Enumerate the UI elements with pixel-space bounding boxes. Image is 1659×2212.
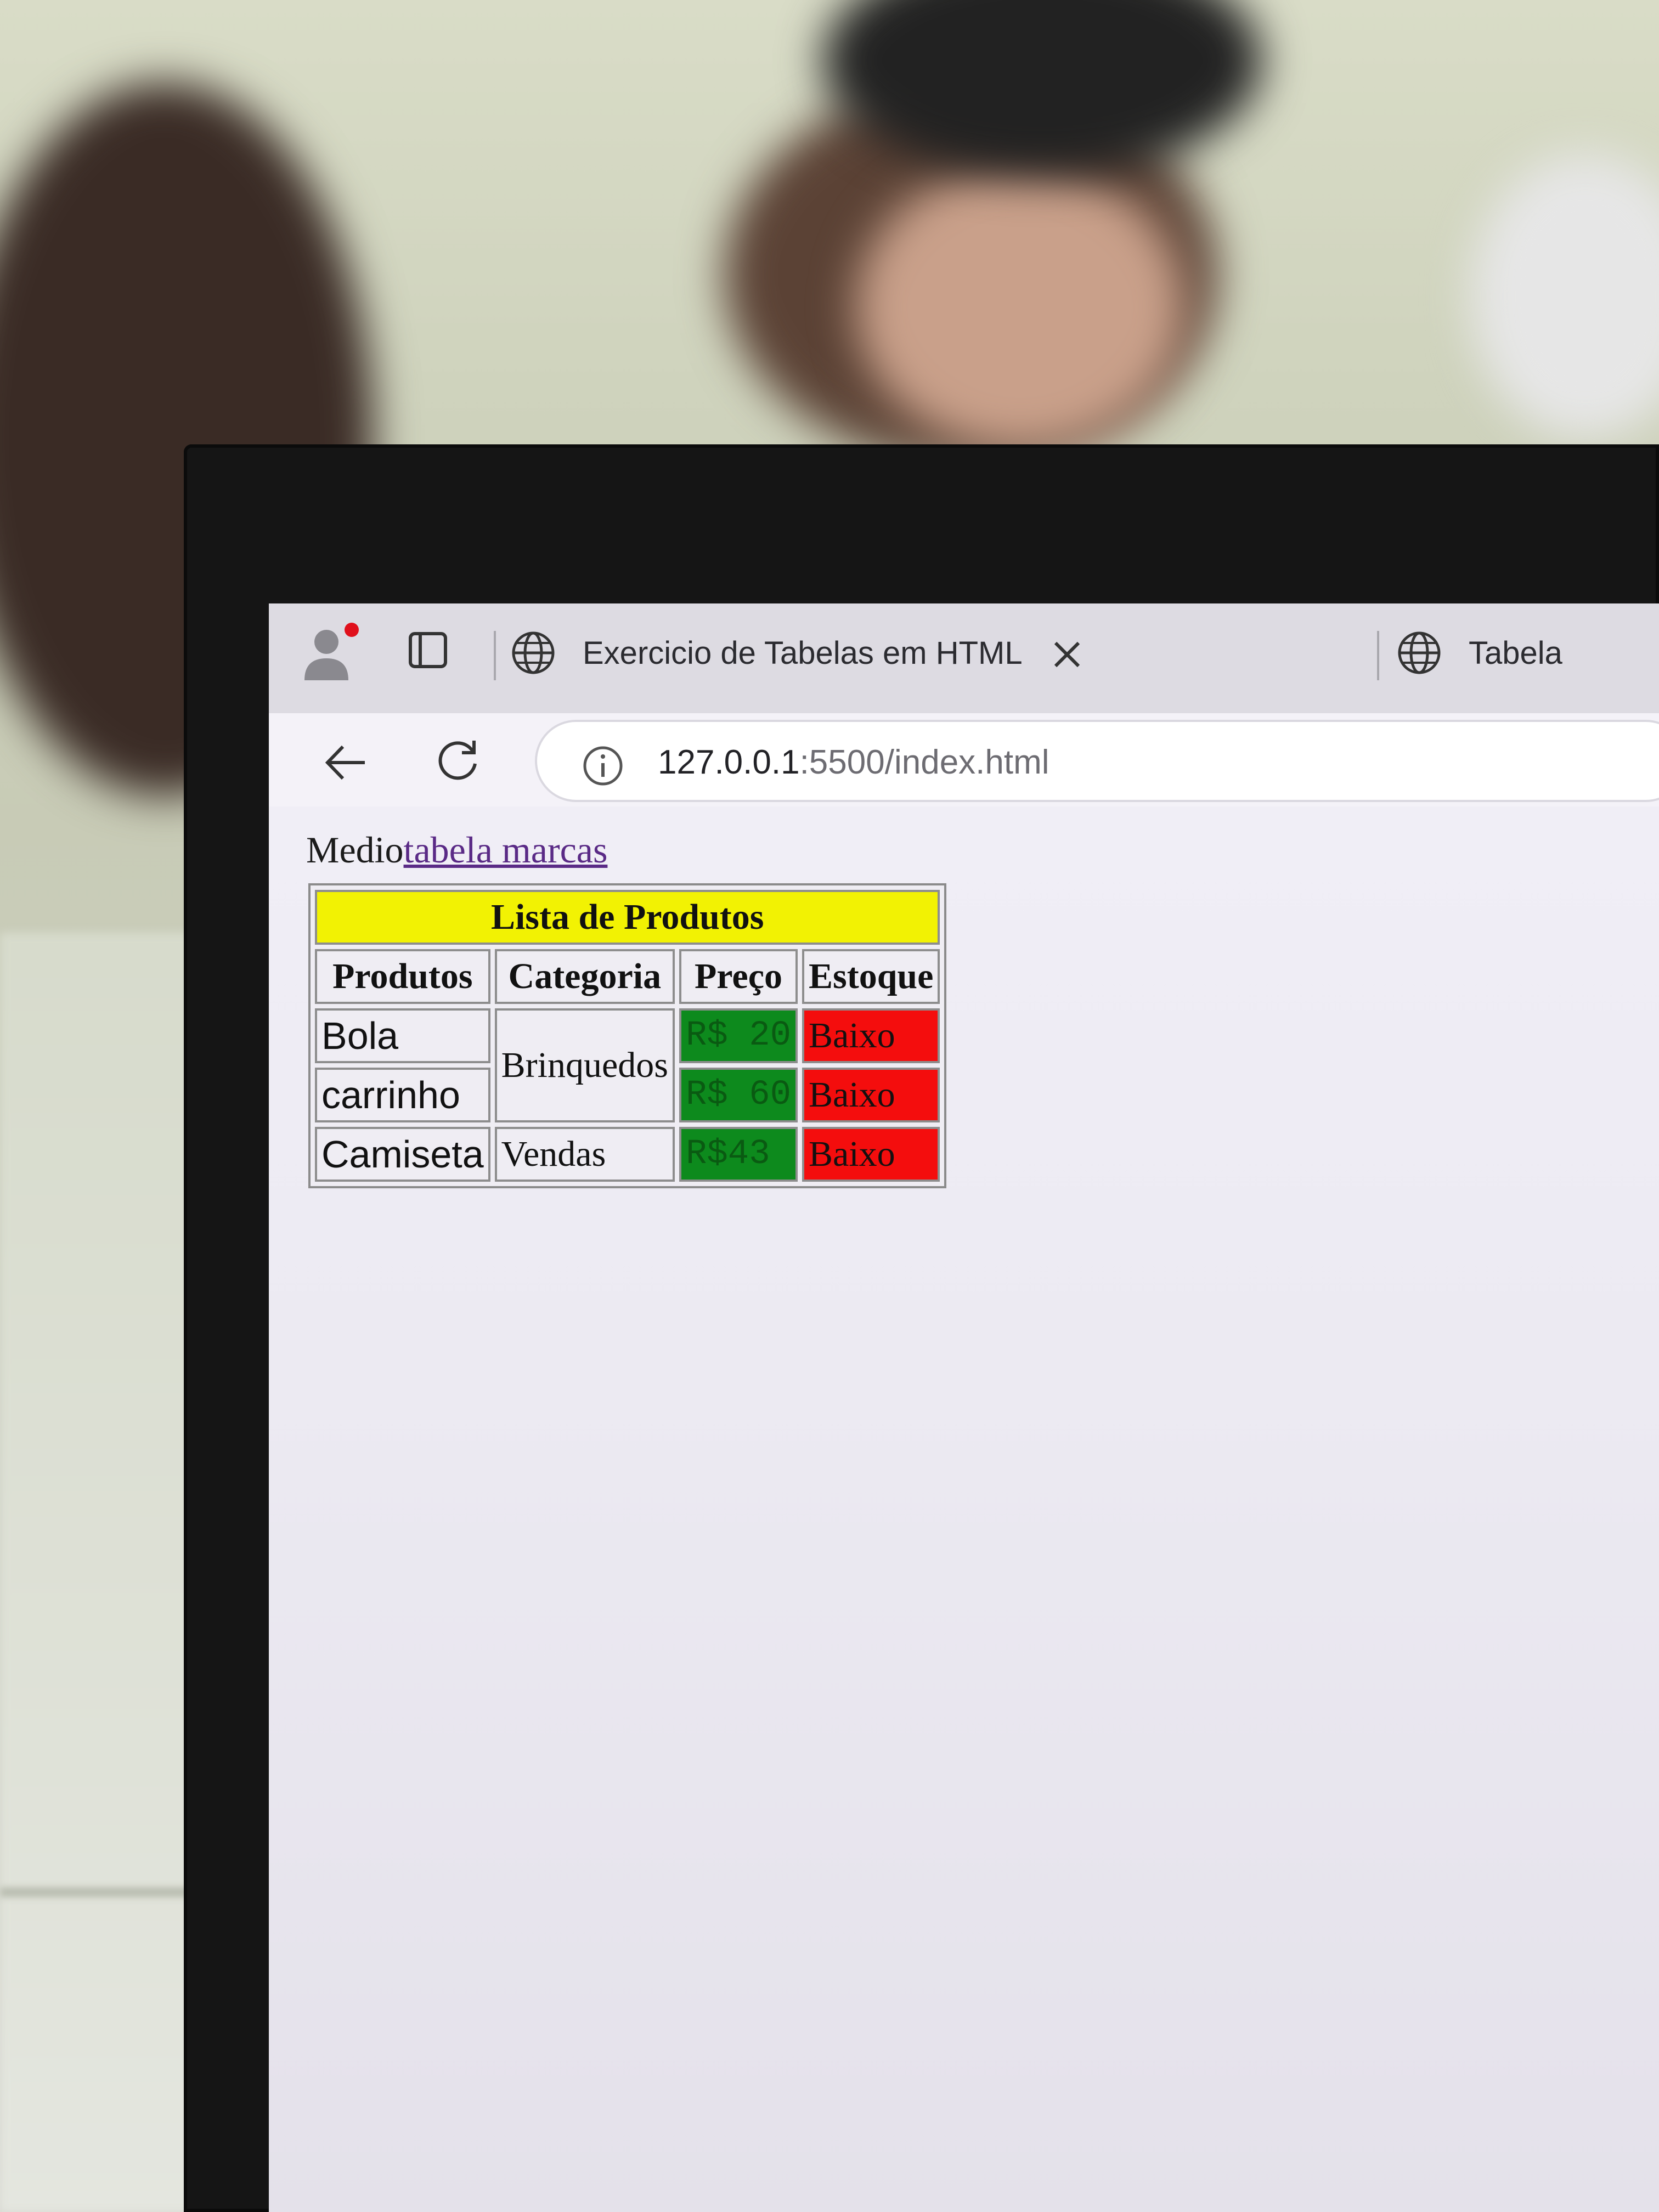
- cell-preco: R$43: [679, 1127, 798, 1182]
- table-caption: Lista de Produtos: [315, 890, 940, 945]
- close-icon[interactable]: [1048, 635, 1086, 674]
- address-bar[interactable]: 127.0.0.1:5500/index.html: [535, 720, 1659, 802]
- cell-categoria: Brinquedos: [494, 1008, 675, 1122]
- cell-estoque: Baixo: [802, 1008, 940, 1063]
- url-host: 127.0.0.1: [658, 743, 800, 781]
- globe-icon: [1396, 630, 1442, 676]
- cell-estoque: Baixo: [802, 1127, 940, 1182]
- cell-produto: Camiseta: [315, 1127, 490, 1182]
- reload-icon[interactable]: [433, 735, 483, 785]
- cell-preco: R$ 20: [679, 1008, 798, 1063]
- header-categoria: Categoria: [494, 949, 675, 1004]
- profile-icon[interactable]: [302, 623, 351, 683]
- browser-toolbar: 127.0.0.1:5500/index.html: [269, 713, 1659, 806]
- product-table: Lista de Produtos Produtos Categoria Pre…: [308, 883, 947, 1188]
- cell-preco: R$ 60: [679, 1068, 798, 1122]
- globe-icon: [510, 630, 556, 676]
- url-text[interactable]: 127.0.0.1:5500/index.html: [658, 743, 1049, 782]
- page-content: Mediotabela marcas Lista de Produtos Pro…: [269, 806, 1659, 2212]
- tab-separator: [494, 631, 496, 680]
- header-preco: Preço: [679, 949, 798, 1004]
- header-estoque: Estoque: [802, 949, 940, 1004]
- tab-tabela[interactable]: Tabela: [1396, 620, 1659, 686]
- tab-actions-icon[interactable]: [406, 628, 450, 672]
- blurred-face-center: [856, 165, 1185, 450]
- cell-estoque: Baixo: [802, 1068, 940, 1122]
- laptop-screen: Exercicio de Tabelas em HTML Tabela 127.…: [269, 603, 1659, 2212]
- browser-tab-strip: Exercicio de Tabelas em HTML Tabela: [269, 603, 1659, 713]
- cell-produto: Bola: [315, 1008, 490, 1063]
- profile-notification-dot: [345, 623, 359, 637]
- cell-produto: carrinho: [315, 1068, 490, 1122]
- header-produtos: Produtos: [315, 949, 490, 1004]
- tab-title: Tabela: [1469, 635, 1562, 671]
- page-heading-line: Mediotabela marcas: [306, 828, 607, 872]
- back-arrow-icon[interactable]: [321, 738, 370, 787]
- info-icon[interactable]: [581, 744, 625, 788]
- lead-text: Medio: [306, 829, 404, 871]
- tab-exercicio[interactable]: Exercicio de Tabelas em HTML: [510, 620, 1086, 686]
- tab-separator: [1377, 631, 1379, 680]
- cell-categoria: Vendas: [494, 1127, 675, 1182]
- blurred-person-right: [1470, 154, 1659, 439]
- tabela-marcas-link[interactable]: tabela marcas: [404, 829, 608, 871]
- table-header-row: Produtos Categoria Preço Estoque: [315, 949, 940, 1004]
- tab-title: Exercicio de Tabelas em HTML: [583, 635, 1023, 671]
- table-row: Camiseta Vendas R$43 Baixo: [315, 1127, 940, 1182]
- table-row: Bola Brinquedos R$ 20 Baixo: [315, 1008, 940, 1122]
- url-path: :5500/index.html: [799, 743, 1049, 781]
